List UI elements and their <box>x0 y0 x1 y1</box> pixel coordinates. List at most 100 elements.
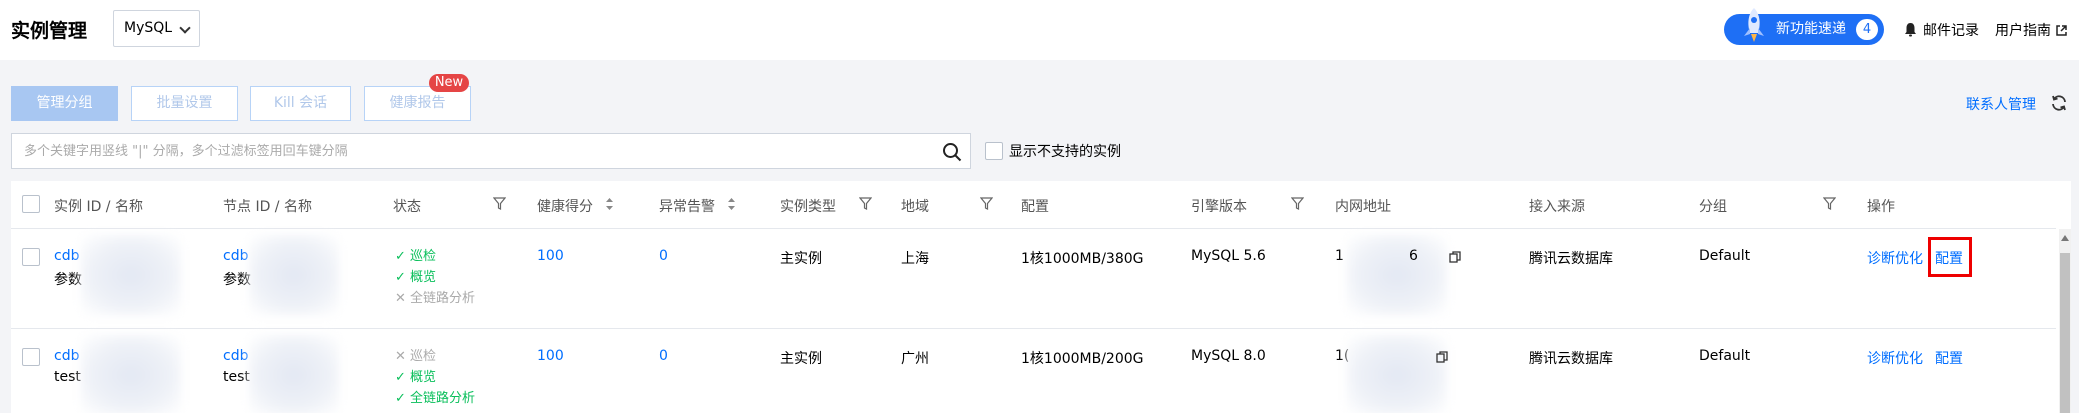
column-ops: 操作 <box>1867 199 1895 215</box>
access-source: 腾讯云数据库 <box>1529 351 1613 367</box>
show-unsupported-option[interactable]: 显示不支持的实例 <box>985 141 1121 161</box>
health-score[interactable]: 100 <box>537 248 564 264</box>
redacted-blur <box>249 335 339 413</box>
engine-version: MySQL 5.6 <box>1191 248 1266 264</box>
scrollbar-thumb[interactable] <box>2060 253 2070 413</box>
show-unsupported-label: 显示不支持的实例 <box>1009 144 1121 160</box>
alarm-sort-icon[interactable] <box>727 197 736 211</box>
vertical-scrollbar[interactable] <box>2059 229 2071 413</box>
type-filter-icon[interactable] <box>859 197 872 210</box>
config-highlight-box <box>1928 237 1972 277</box>
status-inspection: ✕ 巡检 <box>395 349 437 364</box>
instance-id-link[interactable]: cdb <box>54 348 79 364</box>
database-type-select[interactable]: MySQL <box>113 10 200 47</box>
search-input[interactable] <box>12 134 912 168</box>
mail-log-link[interactable]: 邮件记录 <box>1904 20 1979 40</box>
batch-settings-button[interactable]: 批量设置 <box>131 86 238 121</box>
table-row: cdb 参数 cdb 参数 ✓ 巡检 ✓ 概览 ✕ 全链路分析 100 0 主实… <box>11 229 2056 329</box>
redacted-blur <box>1347 335 1447 413</box>
config-spec: 1核1000MB/200G <box>1021 351 1144 367</box>
user-guide-label: 用户指南 <box>1995 23 2051 39</box>
access-source: 腾讯云数据库 <box>1529 251 1613 267</box>
engine-version: MySQL 8.0 <box>1191 348 1266 364</box>
contact-manage-link[interactable]: 联系人管理 <box>1966 94 2036 114</box>
column-health: 健康得分 <box>537 199 593 215</box>
node-id-link[interactable]: cdb <box>223 248 248 264</box>
column-ip: 内网地址 <box>1335 199 1391 215</box>
cross-icon: ✕ <box>395 349 406 364</box>
ip-suffix: 6 <box>1409 248 1418 264</box>
check-icon: ✓ <box>395 249 406 264</box>
column-engine: 引擎版本 <box>1191 199 1247 215</box>
group-filter-icon[interactable] <box>1823 197 1836 210</box>
status-overview[interactable]: ✓ 概览 <box>395 366 436 385</box>
status-full-link: ✕ 全链路分析 <box>395 291 476 306</box>
health-score[interactable]: 100 <box>537 348 564 364</box>
top-bar: 实例管理 MySQL 新功能速递 4 邮件记录 用户指南 <box>0 0 2079 60</box>
check-icon: ✓ <box>395 370 406 385</box>
new-badge: New <box>429 74 469 92</box>
region: 广州 <box>901 351 929 367</box>
copy-icon[interactable] <box>1449 251 1461 263</box>
column-source: 接入来源 <box>1529 199 1585 215</box>
engine-filter-icon[interactable] <box>1291 197 1304 210</box>
region-filter-icon[interactable] <box>980 197 993 210</box>
diagnose-optimize-link[interactable]: 诊断优化 <box>1867 248 1923 268</box>
status-full-link[interactable]: ✓ 全链路分析 <box>395 387 475 406</box>
table-header: 实例 ID / 名称 节点 ID / 名称 状态 健康得分 异常告警 实例类型 … <box>11 181 2056 229</box>
database-type-value: MySQL <box>124 20 173 36</box>
instance-id-link[interactable]: cdb <box>54 248 79 264</box>
config-link[interactable]: 配置 <box>1935 348 1963 368</box>
select-all-checkbox[interactable] <box>22 195 40 213</box>
show-unsupported-checkbox[interactable] <box>985 142 1003 160</box>
region: 上海 <box>901 251 929 267</box>
bell-icon <box>1905 23 1916 37</box>
diagnose-optimize-link[interactable]: 诊断优化 <box>1867 348 1923 368</box>
status-filter-icon[interactable] <box>493 197 506 210</box>
node-id-link[interactable]: cdb <box>223 348 248 364</box>
redacted-blur <box>81 335 181 413</box>
status-overview[interactable]: ✓ 概览 <box>395 266 436 285</box>
refresh-icon[interactable] <box>2050 94 2068 112</box>
column-status: 状态 <box>393 199 421 215</box>
column-region: 地域 <box>901 199 929 215</box>
health-sort-icon[interactable] <box>605 197 614 211</box>
redacted-blur <box>81 235 181 315</box>
table-row: cdb test cdb test ✕ 巡检 ✓ 概览 ✓ 全链路分析 100 … <box>11 329 2056 413</box>
config-spec: 1核1000MB/380G <box>1021 251 1144 267</box>
instance-type: 主实例 <box>780 251 822 267</box>
row-checkbox[interactable] <box>22 248 40 266</box>
mail-log-label: 邮件记录 <box>1923 23 1979 39</box>
manage-group-button[interactable]: 管理分组 <box>11 86 118 121</box>
new-feature-button[interactable]: 新功能速递 4 <box>1724 8 1884 45</box>
node-name: 参数 <box>223 272 251 288</box>
instance-table: 实例 ID / 名称 节点 ID / 名称 状态 健康得分 异常告警 实例类型 … <box>11 181 2071 413</box>
scroll-up-arrow[interactable] <box>2061 235 2069 241</box>
column-instance: 实例 ID / 名称 <box>54 199 143 215</box>
new-feature-label: 新功能速递 <box>1776 21 1846 37</box>
new-feature-count-badge: 4 <box>1856 19 1878 40</box>
redacted-blur <box>249 235 339 315</box>
external-link-icon <box>2056 25 2067 36</box>
alarm-count[interactable]: 0 <box>659 248 668 264</box>
rocket-icon <box>1744 8 1764 42</box>
search-box <box>11 133 971 169</box>
instance-name: 参数 <box>54 272 82 288</box>
column-node: 节点 ID / 名称 <box>223 199 312 215</box>
column-alarm: 异常告警 <box>659 199 715 215</box>
instance-type: 主实例 <box>780 351 822 367</box>
row-checkbox[interactable] <box>22 348 40 366</box>
status-inspection[interactable]: ✓ 巡检 <box>395 245 436 264</box>
kill-session-button[interactable]: Kill 会话 <box>250 86 351 121</box>
chevron-down-icon <box>179 22 191 34</box>
ip-prefix: 1 <box>1335 248 1344 264</box>
node-name: test <box>223 369 250 385</box>
column-group: 分组 <box>1699 199 1727 215</box>
user-guide-link[interactable]: 用户指南 <box>1995 20 2067 40</box>
check-icon: ✓ <box>395 391 406 406</box>
group-name: Default <box>1699 248 1751 264</box>
copy-icon[interactable] <box>1436 351 1448 363</box>
search-icon[interactable] <box>942 142 962 162</box>
alarm-count[interactable]: 0 <box>659 348 668 364</box>
check-icon: ✓ <box>395 270 406 285</box>
